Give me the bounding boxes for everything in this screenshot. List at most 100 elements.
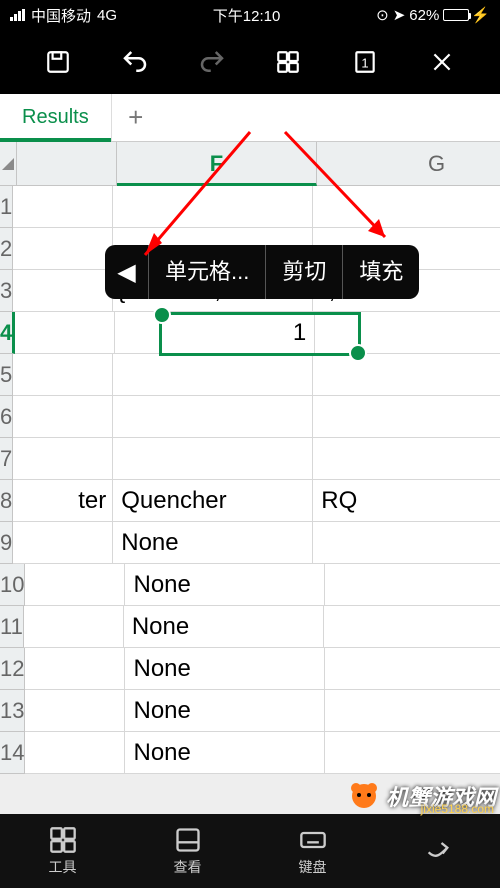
cell-context-menu: ◀ 单元格... 剪切 填充 (105, 245, 419, 299)
cell-e[interactable] (13, 354, 113, 396)
cell-g[interactable] (313, 186, 500, 228)
grid-view-icon[interactable] (273, 47, 303, 77)
add-sheet-button[interactable]: + (112, 94, 160, 141)
cell-g[interactable] (313, 396, 500, 438)
col-header-f[interactable]: F (117, 142, 317, 186)
grid-row[interactable]: 9 None (0, 522, 500, 564)
watermark: 机蟹游戏网 jixie5188.com (346, 778, 496, 814)
grid-row[interactable]: 10 None1 (0, 564, 500, 606)
watermark-logo-icon (346, 778, 382, 814)
redo-icon[interactable] (197, 47, 227, 77)
carrier-label: 中国移动 (31, 5, 91, 26)
row-header[interactable]: 10 (0, 564, 25, 606)
cell-g[interactable]: 1 (325, 690, 500, 732)
grid-row[interactable]: 12 None1 (0, 648, 500, 690)
context-menu-cell-format[interactable]: 单元格... (149, 245, 265, 299)
cell-g[interactable]: 1 (325, 564, 500, 606)
cell-f[interactable]: None (125, 732, 325, 774)
context-menu-prev-arrow[interactable]: ◀ (105, 245, 149, 299)
bottom-view-label: 查看 (174, 859, 202, 875)
cell-g[interactable]: RQ (313, 480, 500, 522)
cell-g[interactable]: 1 (325, 648, 500, 690)
row-header[interactable]: 1 (0, 186, 13, 228)
cell-e[interactable] (25, 648, 125, 690)
grid-row[interactable]: 7 (0, 438, 500, 480)
cell-g[interactable] (315, 312, 500, 354)
close-icon[interactable] (427, 47, 457, 77)
sheet-tab-results[interactable]: Results (0, 94, 112, 141)
cell-f[interactable]: None (125, 648, 325, 690)
row-header[interactable]: 3 (0, 270, 13, 312)
context-menu-cut[interactable]: 剪切 (265, 245, 342, 299)
cell-f[interactable] (113, 396, 313, 438)
row-header[interactable]: 13 (0, 690, 25, 732)
page-one-icon[interactable]: 1 (350, 47, 380, 77)
cell-g[interactable]: 1 (325, 732, 500, 774)
bottom-toolbar: 工具 查看 键盘 (0, 814, 500, 888)
bottom-keyboard-label: 键盘 (299, 859, 327, 875)
cell-f[interactable]: Quencher (113, 480, 313, 522)
cell-e[interactable] (24, 606, 124, 648)
cell-g[interactable]: 1 (324, 606, 500, 648)
cell-f[interactable]: None (113, 522, 313, 564)
grid-row[interactable]: 1 (0, 186, 500, 228)
row-header[interactable]: 14 (0, 732, 25, 774)
cell-e[interactable] (13, 228, 113, 270)
grid-row[interactable]: 8 terQuencherRQ (0, 480, 500, 522)
row-header[interactable]: 4 (0, 312, 15, 354)
clock-label: 下午12:10 (117, 5, 376, 26)
signal-icon (10, 9, 25, 21)
cell-e[interactable] (13, 270, 113, 312)
row-header[interactable]: 7 (0, 438, 13, 480)
grid-row[interactable]: 6 (0, 396, 500, 438)
grid-row[interactable]: 11 None1 (0, 606, 500, 648)
sheet-tab-strip: Results + (0, 94, 500, 142)
row-header[interactable]: 6 (0, 396, 13, 438)
grid-row[interactable]: 41 (0, 312, 500, 354)
cell-f[interactable]: None (124, 606, 324, 648)
cell-f[interactable] (113, 354, 313, 396)
grid-row[interactable]: 5 (0, 354, 500, 396)
cell-e[interactable] (13, 522, 113, 564)
save-icon[interactable] (43, 47, 73, 77)
cell-g[interactable] (313, 354, 500, 396)
row-header[interactable]: 5 (0, 354, 13, 396)
col-header-g[interactable]: G (317, 142, 500, 186)
svg-text:1: 1 (361, 55, 368, 70)
bottom-keyboard-button[interactable]: 键盘 (297, 826, 329, 877)
row-header[interactable]: 12 (0, 648, 25, 690)
network-label: 4G (97, 7, 117, 24)
cell-f[interactable]: None (125, 564, 325, 606)
cell-e[interactable] (25, 690, 125, 732)
cell-e[interactable]: ter (13, 480, 113, 522)
grid-row[interactable]: 13 None1 (0, 690, 500, 732)
cell-f[interactable] (113, 186, 313, 228)
cell-g[interactable] (313, 438, 500, 480)
cell-g[interactable] (313, 522, 500, 564)
cell-value: ter (78, 480, 106, 522)
bottom-tools-button[interactable]: 工具 (47, 826, 79, 877)
cell-e[interactable] (13, 438, 113, 480)
undo-icon[interactable] (120, 47, 150, 77)
app-toolbar: 1 (0, 30, 500, 94)
cell-e[interactable] (15, 312, 115, 354)
cell-e[interactable] (13, 396, 113, 438)
cell-f[interactable] (113, 438, 313, 480)
row-header[interactable]: 11 (0, 606, 24, 648)
cell-e[interactable] (25, 564, 125, 606)
row-header[interactable]: 2 (0, 228, 13, 270)
bottom-tools-label: 工具 (49, 859, 77, 875)
grid-row[interactable]: 14 None1 (0, 732, 500, 774)
row-header[interactable]: 9 (0, 522, 13, 564)
row-header[interactable]: 8 (0, 480, 13, 522)
bottom-share-button[interactable] (422, 836, 454, 867)
spreadsheet-grid[interactable]: F G 123{"code":0,"data":null,"415678terQ… (0, 142, 500, 774)
cell-e[interactable] (25, 732, 125, 774)
bottom-view-button[interactable]: 查看 (172, 826, 204, 877)
select-all-corner[interactable] (0, 142, 17, 186)
cell-e[interactable] (13, 186, 113, 228)
cell-f[interactable]: 1 (115, 312, 315, 354)
cell-f[interactable]: None (125, 690, 325, 732)
status-bar: 中国移动 4G 下午12:10 ⊙ ➤ 62% ⚡ (0, 0, 500, 30)
context-menu-fill[interactable]: 填充 (342, 245, 419, 299)
